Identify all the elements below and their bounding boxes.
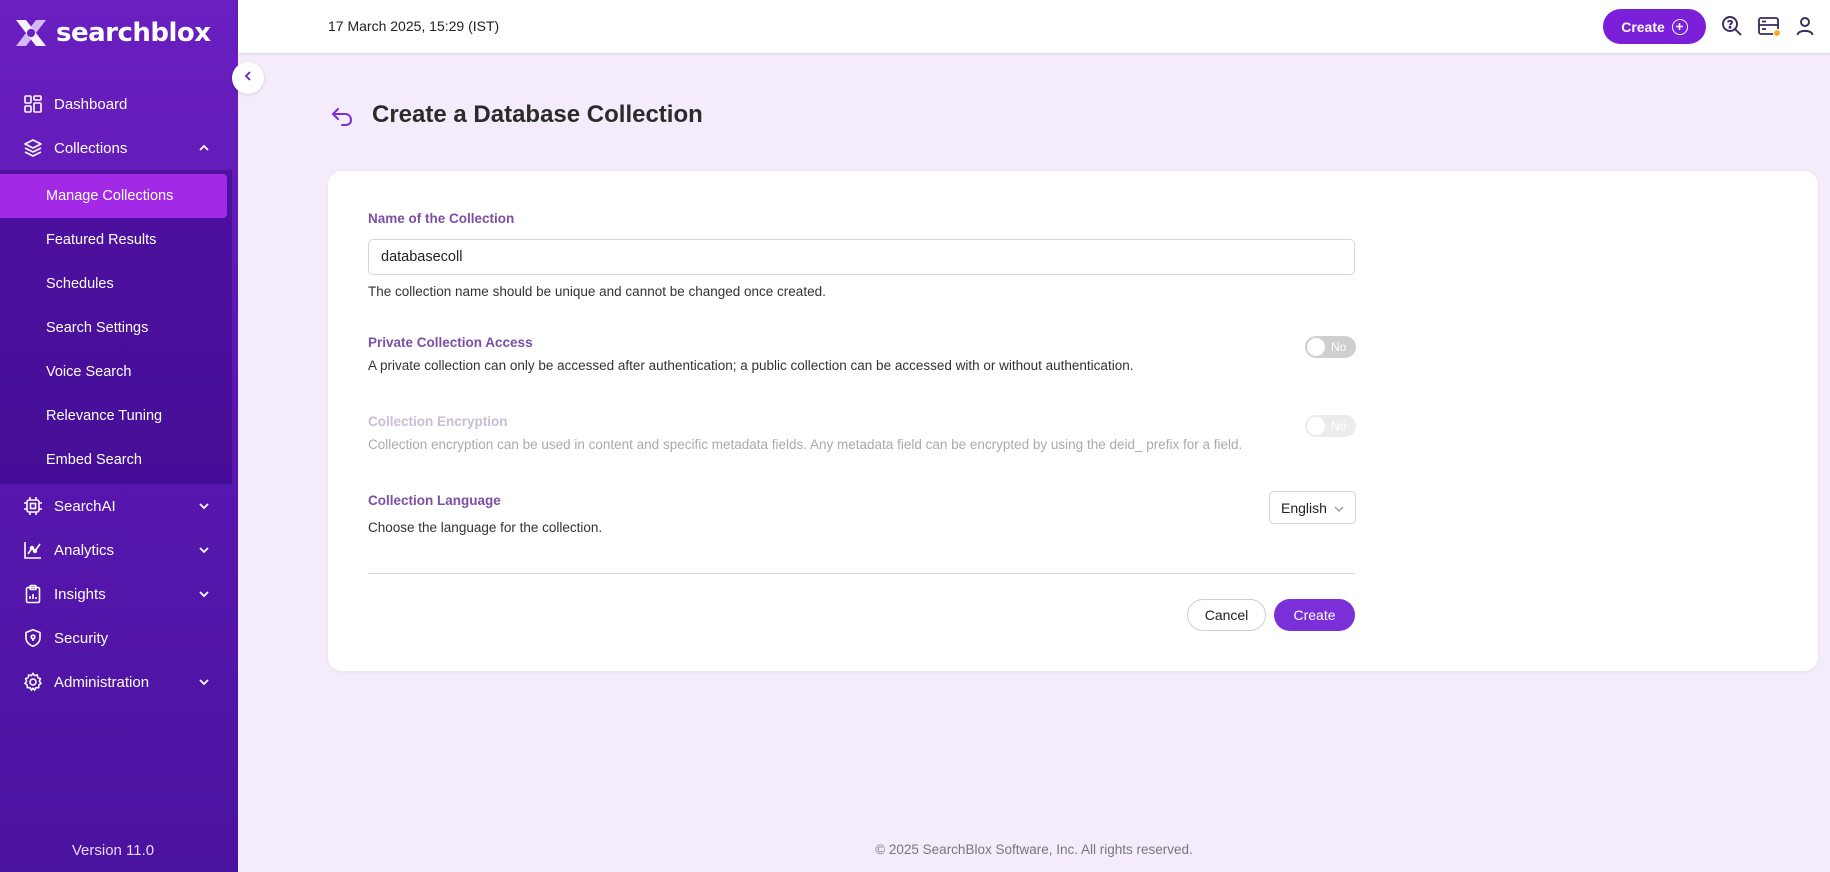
- brand-logo[interactable]: searchblox: [12, 14, 211, 52]
- chevron-down-icon: [198, 675, 210, 692]
- collection-name-label: Name of the Collection: [368, 211, 515, 226]
- dashboard-icon: [22, 93, 44, 115]
- plus-circle-icon: [1671, 18, 1688, 35]
- analytics-icon: [22, 539, 44, 561]
- sidebar-item-label: Security: [54, 629, 109, 647]
- layers-icon: [22, 137, 44, 159]
- sidebar-item-schedules[interactable]: Schedules: [0, 262, 232, 306]
- sidebar-item-search-settings[interactable]: Search Settings: [0, 306, 232, 350]
- sidebar-item-manage-collections[interactable]: Manage Collections: [0, 174, 227, 218]
- create-button[interactable]: Create: [1274, 599, 1355, 631]
- sidebar-item-analytics[interactable]: Analytics: [0, 528, 238, 572]
- toggle-state-label: No: [1331, 340, 1347, 354]
- chevron-left-icon: [242, 69, 254, 87]
- sidebar-item-label: Insights: [54, 585, 106, 603]
- sidebar-item-dashboard[interactable]: Dashboard: [0, 82, 238, 126]
- sidebar-item-label: Dashboard: [54, 95, 128, 113]
- language-label: Collection Language: [368, 493, 501, 508]
- current-datetime: 17 March 2025, 15:29 (IST): [328, 18, 500, 34]
- chevron-down-icon: [198, 499, 210, 516]
- sidebar-item-label: Administration: [54, 673, 150, 691]
- sidebar-item-relevance-tuning[interactable]: Relevance Tuning: [0, 394, 232, 438]
- clipboard-icon: [22, 583, 44, 605]
- chevron-down-icon: [198, 587, 210, 604]
- sidebar-item-featured-results[interactable]: Featured Results: [0, 218, 232, 262]
- private-access-help: A private collection can only be accesse…: [368, 358, 1134, 373]
- language-help: Choose the language for the collection.: [368, 520, 603, 535]
- private-access-label: Private Collection Access: [368, 335, 533, 350]
- sidebar-item-collections[interactable]: Collections: [0, 126, 238, 170]
- top-header: 17 March 2025, 15:29 (IST) Create: [238, 0, 1830, 53]
- create-button-header[interactable]: Create: [1603, 9, 1706, 44]
- encryption-toggle: No: [1305, 415, 1356, 437]
- sidebar-item-label: Analytics: [54, 541, 115, 559]
- chip-icon: [22, 495, 44, 517]
- sidebar-item-voice-search[interactable]: Voice Search: [0, 350, 232, 394]
- gear-icon: [22, 671, 44, 693]
- help-search-icon[interactable]: [1720, 14, 1744, 38]
- language-selected-value: English: [1281, 499, 1327, 516]
- cancel-button[interactable]: Cancel: [1187, 599, 1266, 631]
- sidebar-nav: Dashboard Collections Manage Collections…: [0, 82, 238, 704]
- chevron-up-icon: [198, 141, 210, 158]
- sidebar-item-label: SearchAI: [54, 497, 116, 515]
- version-label: Version 11.0: [71, 842, 155, 859]
- brand-name: searchblox: [56, 18, 211, 48]
- sidebar-item-embed-search[interactable]: Embed Search: [0, 438, 232, 482]
- private-access-toggle[interactable]: No: [1305, 336, 1356, 358]
- toggle-state-label: No: [1331, 419, 1347, 433]
- form-divider: [368, 573, 1355, 574]
- collection-name-help: The collection name should be unique and…: [368, 284, 826, 299]
- sidebar-item-searchai[interactable]: SearchAI: [0, 484, 238, 528]
- sidebar-item-security[interactable]: Security: [0, 616, 238, 660]
- encryption-label: Collection Encryption: [368, 414, 508, 429]
- toggle-knob: [1307, 338, 1325, 356]
- chevron-down-icon: [1333, 502, 1345, 518]
- server-status-icon[interactable]: [1757, 14, 1782, 38]
- collection-name-input[interactable]: [368, 239, 1355, 275]
- collapse-sidebar-button[interactable]: [232, 62, 264, 94]
- footer-copyright: © 2025 SearchBlox Software, Inc. All rig…: [875, 842, 1193, 857]
- page-title: Create a Database Collection: [372, 101, 703, 128]
- toggle-knob: [1307, 417, 1325, 435]
- language-select[interactable]: English: [1269, 491, 1356, 524]
- searchblox-logo-icon: [12, 14, 50, 52]
- chevron-down-icon: [198, 543, 210, 560]
- shield-icon: [22, 627, 44, 649]
- back-arrow-icon[interactable]: [330, 106, 354, 133]
- collections-submenu: Manage Collections Featured Results Sche…: [0, 170, 232, 484]
- encryption-help: Collection encryption can be used in con…: [368, 437, 1243, 452]
- sidebar-item-label: Collections: [54, 139, 128, 157]
- create-collection-form: Name of the Collection The collection na…: [328, 171, 1818, 671]
- user-profile-icon[interactable]: [1793, 14, 1817, 38]
- sidebar-item-administration[interactable]: Administration: [0, 660, 238, 704]
- sidebar-item-insights[interactable]: Insights: [0, 572, 238, 616]
- sidebar: searchblox Dashboard Collections Manage …: [0, 0, 238, 872]
- create-label: Create: [1621, 18, 1665, 35]
